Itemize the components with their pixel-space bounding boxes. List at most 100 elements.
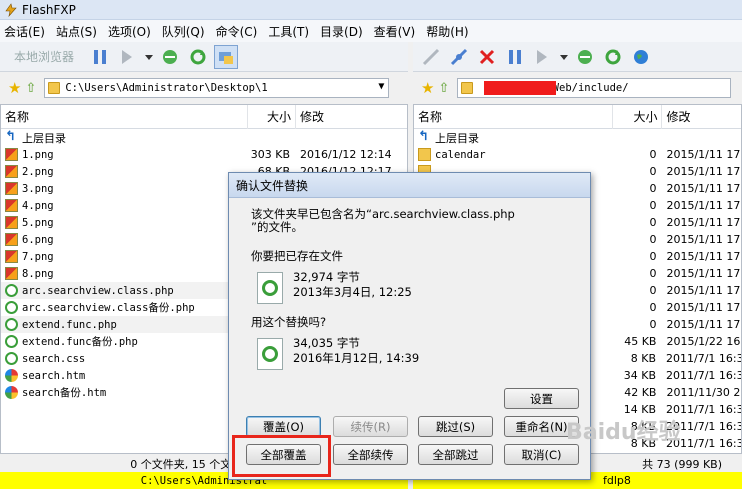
- up-folder-icon[interactable]: ⇧: [25, 81, 36, 96]
- new-file-date: 2016年1月12日, 14:39: [293, 351, 420, 365]
- remote-path-bar: ★ ⇧ /Web/include/: [413, 74, 742, 102]
- file-name: 7.png: [22, 250, 54, 263]
- favorites-star-icon[interactable]: ★: [421, 79, 434, 97]
- confirm-replace-dialog: 确认文件替换 该文件夹早已包含名为“arc.searchview.class.p…: [228, 172, 591, 480]
- file-date: 2015/1/11 17: [666, 250, 741, 263]
- png-file-icon: [5, 216, 18, 229]
- connect-icon[interactable]: [419, 45, 443, 69]
- column-size[interactable]: 大小: [613, 105, 663, 129]
- png-file-icon: [5, 233, 18, 246]
- png-file-icon: [5, 182, 18, 195]
- file-date: 2015/1/11 17: [666, 301, 741, 314]
- chevron-down-icon[interactable]: ▼: [378, 81, 384, 92]
- resume-button[interactable]: 续传(R): [333, 416, 408, 437]
- file-size: 0: [649, 284, 657, 297]
- menu-item[interactable]: 目录(D): [320, 23, 363, 40]
- local-path-input[interactable]: C:\Users\Administrator\Desktop\1 ▼: [44, 78, 390, 98]
- pause-icon[interactable]: [88, 45, 112, 69]
- new-file-info: 34,035 字节 2016年1月12日, 14:39: [251, 336, 568, 370]
- menu-item[interactable]: 队列(Q): [162, 23, 205, 40]
- resume-all-button[interactable]: 全部续传: [333, 444, 408, 465]
- file-name: 8.png: [22, 267, 54, 280]
- local-toolbar: 本地浏览器: [0, 42, 408, 72]
- annotation-highlight-box: [232, 435, 331, 477]
- menu-item[interactable]: 查看(V): [374, 23, 416, 40]
- refresh-icon[interactable]: [186, 45, 210, 69]
- flashfxp-logo-icon: [5, 2, 17, 17]
- menu-item[interactable]: 会话(E): [4, 23, 45, 40]
- png-file-icon: [5, 199, 18, 212]
- settings-button[interactable]: 设置: [504, 388, 579, 409]
- column-size[interactable]: 大小: [248, 105, 296, 129]
- file-date: 2016/1/12 12:14: [300, 148, 392, 161]
- file-size: 0: [649, 182, 657, 195]
- column-name[interactable]: 名称: [1, 105, 248, 129]
- menu-item[interactable]: 选项(O): [108, 23, 151, 40]
- transfer-icon[interactable]: [116, 45, 140, 69]
- png-file-icon: [5, 165, 18, 178]
- existing-file-date: 2013年3月4日, 12:25: [293, 285, 412, 299]
- remote-toolbar: [413, 42, 742, 72]
- file-size: 0: [649, 216, 657, 229]
- file-size: 0: [649, 165, 657, 178]
- file-name: 3.png: [22, 182, 54, 195]
- php-file-icon: [5, 318, 18, 331]
- chevron-down-icon[interactable]: [559, 45, 569, 69]
- disconnect-icon[interactable]: [447, 45, 471, 69]
- parent-directory-row[interactable]: ↰ 上层目录: [1, 129, 407, 146]
- file-date: 2015/1/11 17: [666, 318, 741, 331]
- globe-icon[interactable]: [629, 45, 653, 69]
- pause-icon[interactable]: [503, 45, 527, 69]
- local-browser-button[interactable]: 本地浏览器: [14, 48, 74, 65]
- cancel-button[interactable]: 取消(C): [504, 444, 579, 465]
- parent-arrow-icon: ↰: [418, 129, 429, 144]
- file-name: extend.func备份.php: [22, 336, 138, 348]
- menu-item[interactable]: 站点(S): [56, 23, 97, 40]
- chevron-down-icon[interactable]: [144, 45, 154, 69]
- file-size: 0: [649, 267, 657, 280]
- folder-icon: [461, 82, 474, 94]
- new-file-size: 34,035 字节: [293, 336, 360, 350]
- file-size: 0: [649, 199, 657, 212]
- menu-item[interactable]: 命令(C): [216, 23, 258, 40]
- menu-bar: 会话(E) 站点(S) 选项(O) 队列(Q) 命令(C) 工具(T) 目录(D) 查看(V)…: [0, 20, 742, 42]
- refresh-icon[interactable]: [601, 45, 625, 69]
- local-column-header: 名称 大小 修改: [1, 105, 407, 129]
- menu-item[interactable]: 帮助(H): [426, 23, 468, 40]
- column-date[interactable]: 修改: [662, 105, 741, 129]
- file-name: 5.png: [22, 216, 54, 229]
- skip-all-button[interactable]: 全部跳过: [418, 444, 493, 465]
- transfer-icon[interactable]: [531, 45, 555, 69]
- file-name: 6.png: [22, 233, 54, 246]
- parent-arrow-icon: ↰: [5, 129, 16, 144]
- png-file-icon: [5, 148, 18, 161]
- file-size: 45 KB: [624, 335, 657, 348]
- file-size: 0: [649, 250, 657, 263]
- skip-button[interactable]: 跳过(S): [418, 416, 493, 437]
- up-folder-icon[interactable]: ⇧: [438, 81, 449, 96]
- file-name: search.css: [22, 352, 86, 365]
- menu-item[interactable]: 工具(T): [268, 23, 309, 40]
- fold-file-icon: [418, 148, 431, 161]
- column-name[interactable]: 名称: [414, 105, 613, 129]
- favorites-star-icon[interactable]: ★: [8, 79, 21, 97]
- file-row[interactable]: calendar 0 2015/1/11 17: [414, 146, 741, 163]
- abort-icon[interactable]: [475, 45, 499, 69]
- file-size: 8 KB: [630, 352, 656, 365]
- local-path-bar: ★ ⇧ C:\Users\Administrator\Desktop\1 ▼: [0, 74, 408, 102]
- replace-label: 用这个替换吗?: [251, 315, 327, 329]
- sync-icon[interactable]: [158, 45, 182, 69]
- htm-file-icon: [5, 369, 18, 382]
- title-bar: FlashFXP: [0, 0, 742, 20]
- file-name: extend.func.php: [22, 318, 117, 331]
- file-row[interactable]: 1.png 303 KB 2016/1/12 12:14: [1, 146, 407, 163]
- file-size: 42 KB: [624, 386, 657, 399]
- overwrite-button[interactable]: 覆盖(O): [246, 416, 321, 437]
- file-date: 2015/1/11 17: [666, 148, 741, 161]
- parent-directory-row[interactable]: ↰ 上层目录: [414, 129, 741, 146]
- local-browser-icon[interactable]: [214, 44, 239, 69]
- existing-file-label: 你要把已存在文件: [251, 249, 343, 263]
- sync-icon[interactable]: [573, 45, 597, 69]
- file-size: 303 KB: [250, 148, 290, 161]
- column-date[interactable]: 修改: [296, 105, 407, 129]
